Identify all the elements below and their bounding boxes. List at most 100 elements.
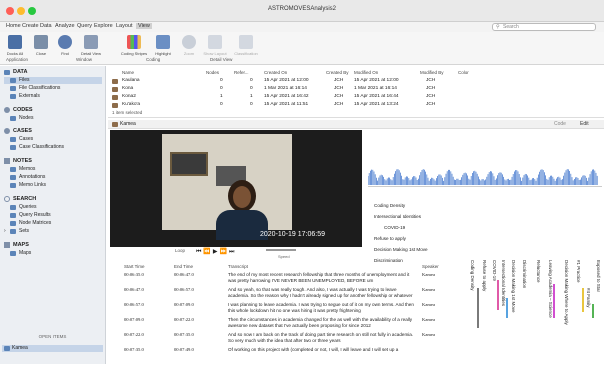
end-time: 00:06:47.0 [174, 272, 194, 277]
stripe-decision-making[interactable]: Decision Making 1st Move [374, 244, 428, 255]
strip-label[interactable]: #1 Practice [576, 260, 581, 320]
col-end-time[interactable]: End Time [174, 264, 193, 269]
zoom-button[interactable]: Zoom [178, 35, 200, 56]
playback-controls[interactable]: ⏮⏪▶⏩⏭ [196, 248, 236, 256]
skip-forward-icon[interactable]: ⏭ [229, 249, 236, 255]
transcript-row[interactable]: 00:06:57.0 00:07:09.0 I was planning to … [108, 302, 468, 317]
table-row[interactable]: Kona2 1 1 15 Apr 2021 at 16:42 JCH 15 Ap… [108, 94, 604, 101]
col-modified-by[interactable]: Modified By [420, 70, 444, 75]
stripe-intersectional-identities[interactable]: Intersectional Identities [374, 211, 428, 222]
stripe-coding-density[interactable]: Coding Density [374, 200, 428, 211]
sidebar-item-annotations[interactable]: Annotations [4, 174, 45, 180]
case-classifications-icon [10, 145, 16, 150]
detail-tab-kamea[interactable]: Kamea [120, 121, 136, 127]
strip-label[interactable]: Discrimination [522, 260, 527, 320]
section-maps[interactable]: MAPS [4, 242, 29, 248]
tab-analyze[interactable]: Analyze [55, 23, 75, 29]
sidebar-item-maps[interactable]: Maps [4, 250, 31, 256]
table-row[interactable]: Ku'ako'a 0 0 15 Apr 2021 at 11:51 JCH 15… [108, 102, 604, 109]
section-data[interactable]: DATA [4, 69, 27, 75]
col-created-on[interactable]: Created On [264, 70, 287, 75]
transcript-row[interactable]: 00:07:35.0 00:07:49.0 Of working on this… [108, 347, 468, 357]
section-cases[interactable]: CASES [4, 128, 32, 134]
classification-button[interactable]: Classification [232, 35, 260, 56]
strip-label[interactable]: Reluctance [536, 260, 541, 320]
sidebar-item-label: Files [19, 77, 30, 83]
open-item-kamea[interactable]: Kamea [2, 345, 103, 352]
col-color[interactable]: Color [458, 70, 469, 75]
table-row[interactable]: Kaulana 0 0 15 Apr 2021 at 12:00 JCH 15 … [108, 78, 604, 85]
sidebar-item-case-classifications[interactable]: Case Classifications [4, 144, 64, 150]
transcript-row[interactable]: 00:06:47.0 00:06:57.0 And so yeah, so th… [108, 287, 468, 302]
detail-view-button[interactable]: Detail View [78, 35, 104, 56]
sidebar-item-file-classifications[interactable]: File Classifications [4, 85, 60, 91]
sidebar-item-query-results[interactable]: Query Results [4, 212, 51, 218]
col-speaker[interactable]: Speaker [422, 264, 439, 269]
strip-label[interactable]: #4 Family [586, 288, 591, 328]
audio-waveform[interactable] [368, 160, 602, 185]
section-search[interactable]: SEARCH [4, 196, 36, 202]
navigation-sidebar: DATA Files File Classifications External… [0, 66, 106, 364]
section-codes[interactable]: CODES [4, 107, 33, 113]
strip-label[interactable]: Decision Making Where to Apply [564, 260, 569, 340]
sidebar-item-queries[interactable]: Queries [4, 204, 37, 210]
play-icon[interactable]: ▶ [213, 249, 220, 255]
section-notes[interactable]: NOTES [4, 158, 32, 164]
file-name: Kaulana [122, 78, 140, 83]
sidebar-item-memos[interactable]: Memos [4, 166, 35, 172]
code-button[interactable]: Code [554, 121, 566, 127]
section-search-title: SEARCH [13, 196, 37, 202]
fast-forward-icon[interactable]: ⏩ [220, 249, 229, 255]
tab-query[interactable]: Query [77, 23, 92, 29]
strip-label[interactable]: Refuse to apply [482, 260, 487, 320]
find-label: Find [61, 51, 69, 56]
video-player[interactable]: 2020-10-19 17:06:59 [110, 130, 362, 247]
strip-label[interactable]: Exposed to Star [596, 260, 601, 320]
show-layout-button[interactable]: Show Layout [202, 35, 228, 56]
strip-label[interactable]: Decision Making 1st Move [511, 260, 516, 330]
transcript-row[interactable]: 00:07:22.0 00:07:35.0 And so now I am ba… [108, 332, 468, 347]
col-modified-on[interactable]: Modified On [354, 70, 378, 75]
edit-button[interactable]: Edit [580, 121, 589, 127]
loop-toggle[interactable]: Loop [175, 248, 185, 253]
rewind-icon[interactable]: ⏪ [203, 249, 212, 255]
speed-slider[interactable] [266, 249, 296, 251]
strip-label[interactable]: Coding Density [470, 260, 475, 320]
tab-data[interactable]: Data [40, 23, 52, 29]
find-button[interactable]: Find [54, 35, 76, 56]
col-created-by[interactable]: Created By [326, 70, 349, 75]
zoom-label: Zoom [183, 51, 195, 56]
tab-create[interactable]: Create [22, 23, 39, 29]
sidebar-item-nodes[interactable]: Nodes [4, 115, 33, 121]
cases-item-icon [10, 137, 16, 142]
maps-item-icon [10, 251, 16, 256]
highlight-button[interactable]: Highlight [152, 35, 174, 56]
col-nodes[interactable]: Nodes [206, 70, 219, 75]
table-row[interactable]: Kona 0 0 1 Mar 2021 at 16:14 JCH 1 Mar 2… [108, 86, 604, 93]
search-input[interactable]: ⚲ Search [492, 23, 596, 31]
sidebar-item-sets[interactable]: › Sets [4, 228, 29, 234]
sidebar-item-cases[interactable]: Cases [4, 136, 33, 142]
stripe-refuse-to-apply[interactable]: Refuse to apply [374, 233, 428, 244]
file-created-by: JCH [334, 86, 344, 91]
sidebar-item-label: Nodes [19, 115, 34, 121]
transcript-row[interactable]: 00:07:09.0 00:07:22.0 Then the circumsta… [108, 317, 468, 332]
col-start-time[interactable]: Start Time [124, 264, 145, 269]
stripe-covid-19[interactable]: COVID-19 [374, 222, 428, 233]
sidebar-item-node-matrices[interactable]: Node Matrices [4, 220, 51, 226]
sidebar-item-memo-links[interactable]: Memo Links [4, 182, 46, 188]
detail-view-icon [84, 35, 98, 49]
tab-view[interactable]: View [136, 23, 152, 29]
col-references[interactable]: Refer... [234, 70, 249, 75]
tab-home[interactable]: Home [6, 23, 21, 29]
close-button[interactable]: Close [30, 35, 52, 56]
col-name[interactable]: Name [122, 70, 134, 75]
sidebar-item-externals[interactable]: Externals [4, 93, 40, 99]
tab-layout[interactable]: Layout [116, 23, 133, 29]
tab-explore[interactable]: Explore [94, 23, 113, 29]
sidebar-item-files[interactable]: Files [4, 77, 102, 84]
docks-all-button[interactable]: Docks All [4, 35, 26, 56]
transcript-row[interactable]: 00:06:35.0 00:06:47.0 The end of my most… [108, 272, 468, 287]
col-transcript[interactable]: Transcript [228, 264, 248, 269]
coding-stripes-button[interactable]: Coding Stripes [120, 35, 148, 56]
